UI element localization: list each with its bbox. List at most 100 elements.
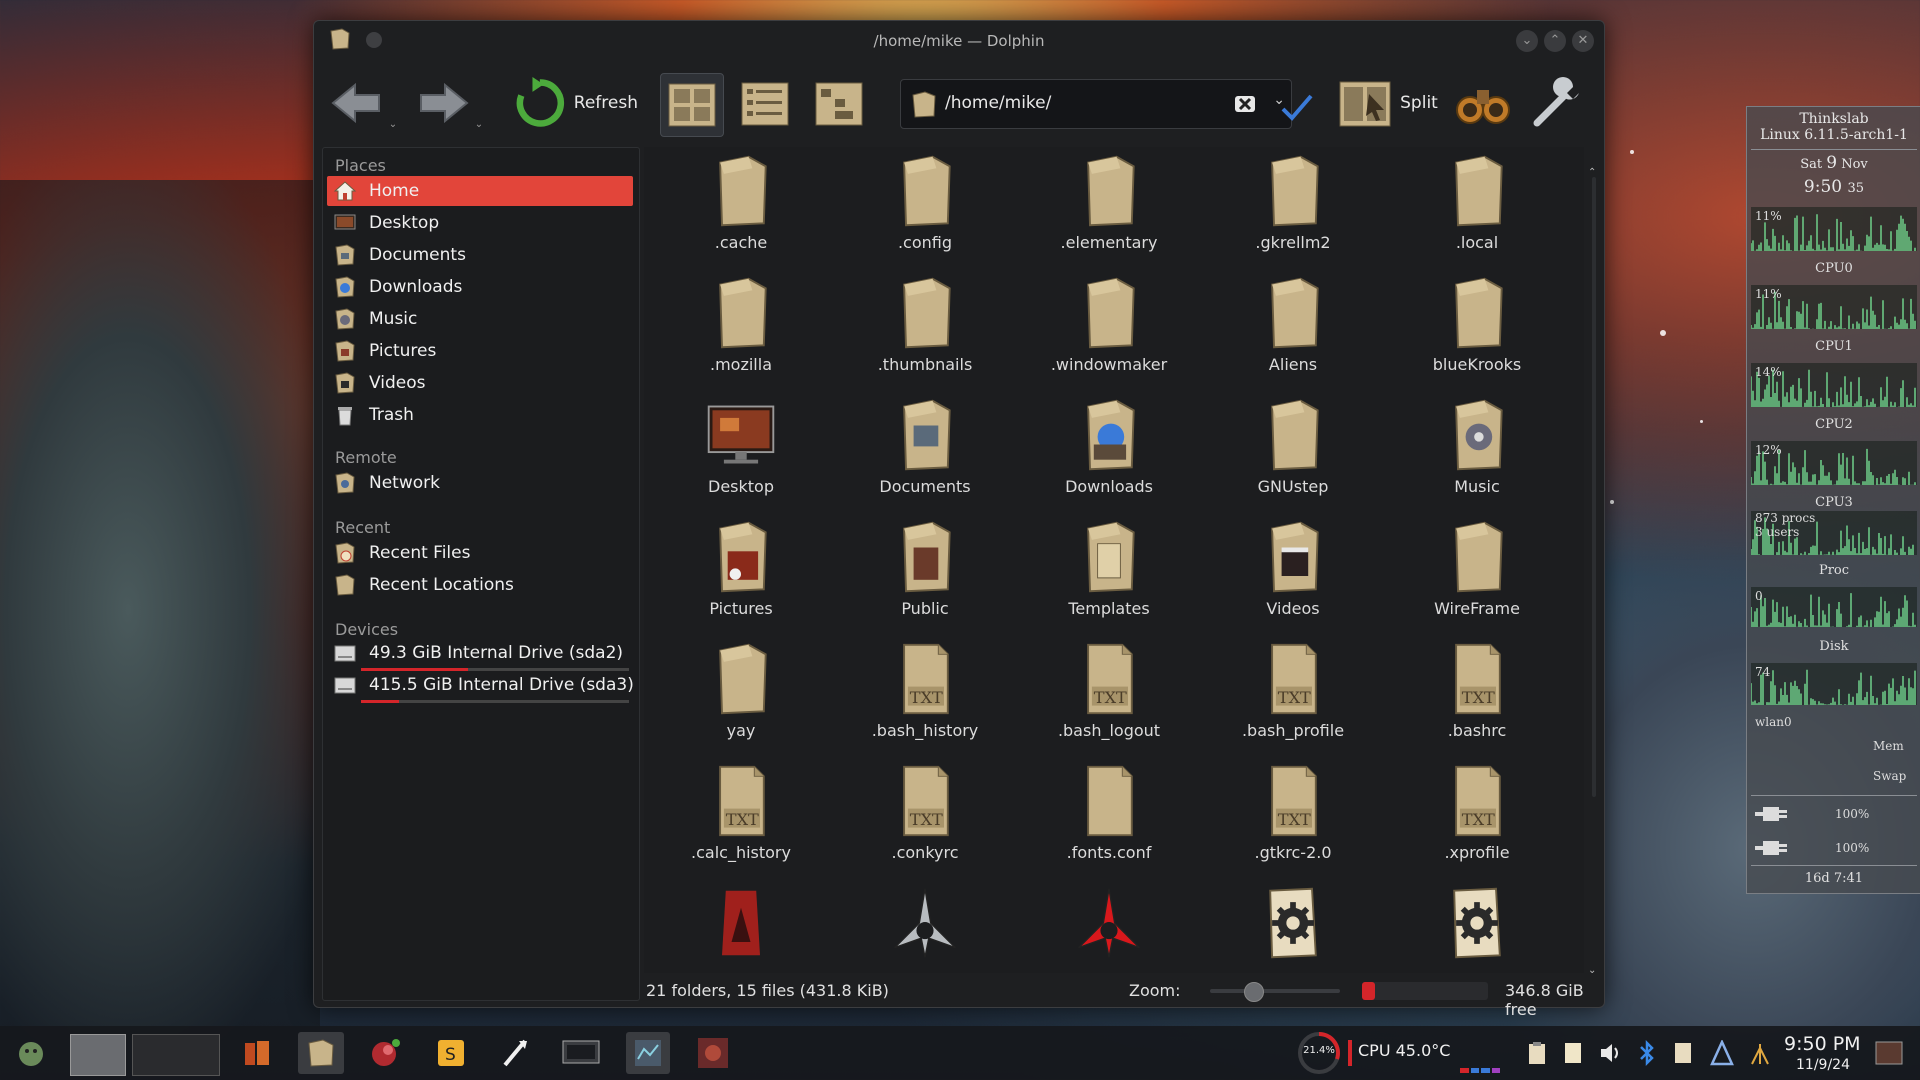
split-button[interactable]: Split	[1332, 73, 1442, 133]
notes-icon[interactable]	[1562, 1040, 1584, 1066]
zoom-slider[interactable]	[1210, 982, 1340, 1002]
network-status-icon[interactable]	[1748, 1040, 1772, 1066]
back-button[interactable]	[326, 73, 388, 133]
details-view-button[interactable]	[734, 73, 796, 135]
file-item[interactable]: .gkrellm2	[1208, 147, 1378, 265]
clock-time[interactable]: 9:50 PM	[1784, 1033, 1861, 1055]
task-terminal[interactable]	[556, 1032, 606, 1074]
update-notifier-icon[interactable]	[1710, 1040, 1734, 1066]
minimize-button[interactable]: ⌄	[1516, 30, 1538, 52]
cpu-temperature[interactable]: CPU 45.0°C	[1358, 1041, 1450, 1060]
file-item[interactable]: TXT .gtkrc-2.0	[1208, 757, 1378, 875]
file-view[interactable]: .cache .config .elementary .gkrellm2 .local.…	[644, 147, 1584, 973]
document-icon[interactable]	[1672, 1040, 1694, 1066]
file-item[interactable]: .mozilla	[656, 269, 826, 387]
file-item[interactable]	[1208, 879, 1378, 973]
file-item[interactable]: .elementary	[1024, 147, 1194, 265]
sidebar-item-drive-sda2[interactable]: 49.3 GiB Internal Drive (sda2)	[327, 638, 633, 668]
file-item[interactable]: Templates	[1024, 513, 1194, 631]
volume-icon[interactable]	[1598, 1040, 1624, 1066]
sidebar-item-documents[interactable]: Documents	[327, 240, 633, 270]
main-toolbar: ⌄ ⌄ Refresh /home/mike/ ⌄ Split	[314, 67, 1604, 139]
file-item[interactable]: TXT .conkyrc	[840, 757, 1010, 875]
show-desktop-icon[interactable]	[1874, 1038, 1904, 1068]
sidebar-item-drive-sda3[interactable]: 415.5 GiB Internal Drive (sda3)	[327, 670, 634, 700]
zoom-slider-handle[interactable]	[1243, 982, 1264, 1002]
file-item[interactable]: Public	[840, 513, 1010, 631]
settings-button[interactable]	[1524, 73, 1590, 133]
clipboard-icon[interactable]	[1526, 1040, 1548, 1066]
compact-view-button[interactable]	[808, 73, 870, 135]
file-item[interactable]: Downloads	[1024, 391, 1194, 509]
icons-view-button[interactable]	[660, 73, 724, 137]
file-item[interactable]: TXT .bash_logout	[1024, 635, 1194, 753]
titlebar[interactable]: /home/mike — Dolphin ⌄ ⌃ ✕	[314, 21, 1604, 61]
close-button[interactable]: ✕	[1572, 30, 1594, 52]
file-item[interactable]: Videos	[1208, 513, 1378, 631]
file-view-scrollbar[interactable]: ⌃ ⌄	[1588, 167, 1598, 976]
file-item[interactable]	[840, 879, 1010, 973]
file-item[interactable]: Desktop	[656, 391, 826, 509]
refresh-button[interactable]: Refresh	[512, 73, 638, 133]
bluetooth-icon[interactable]	[1636, 1038, 1658, 1068]
clear-location-icon[interactable]	[1233, 92, 1257, 116]
sidebar-item-recent-locations[interactable]: Recent Locations	[327, 570, 633, 600]
virtual-desktop-2[interactable]	[132, 1034, 220, 1076]
file-item[interactable]: TXT .calc_history	[656, 757, 826, 875]
folder-icon	[912, 91, 936, 118]
scrollbar-handle[interactable]	[1592, 177, 1596, 797]
file-item[interactable]: TXT .bash_profile	[1208, 635, 1378, 753]
file-item[interactable]: .config	[840, 147, 1010, 265]
file-item[interactable]: yay	[656, 635, 826, 753]
file-name: .calc_history	[691, 843, 791, 862]
file-item[interactable]: TXT .bashrc	[1392, 635, 1562, 753]
task-text-editor[interactable]	[494, 1032, 536, 1074]
forward-history-dropdown[interactable]: ⌄	[472, 117, 486, 131]
file-item[interactable]	[656, 879, 826, 973]
file-item[interactable]: .fonts.conf	[1024, 757, 1194, 875]
location-path[interactable]: /home/mike/	[945, 93, 1051, 113]
maximize-button[interactable]: ⌃	[1544, 30, 1566, 52]
file-item[interactable]: Pictures	[656, 513, 826, 631]
forward-button[interactable]	[412, 73, 474, 133]
file-item[interactable]: .thumbnails	[840, 269, 1010, 387]
task-browser[interactable]	[364, 1032, 406, 1074]
file-item[interactable]: TXT .bash_history	[840, 635, 1010, 753]
file-item[interactable]: Documents	[840, 391, 1010, 509]
file-name: .windowmaker	[1050, 355, 1168, 374]
task-game[interactable]	[690, 1032, 736, 1074]
task-system-monitor[interactable]	[626, 1032, 670, 1074]
sidebar-item-downloads[interactable]: Downloads	[327, 272, 633, 302]
sidebar-item-recent-files[interactable]: Recent Files	[327, 538, 633, 568]
sidebar-item-desktop[interactable]: Desktop	[327, 208, 633, 238]
svg-text:TXT: TXT	[910, 688, 943, 707]
file-item[interactable]: Aliens	[1208, 269, 1378, 387]
file-item[interactable]: TXT .xprofile	[1392, 757, 1562, 875]
sidebar-item-trash[interactable]: Trash	[327, 400, 633, 430]
application-launcher[interactable]	[10, 1032, 52, 1074]
sidebar-item-music[interactable]: Music	[327, 304, 633, 334]
file-item[interactable]	[1392, 879, 1562, 973]
confirm-location-icon[interactable]	[1280, 93, 1314, 123]
task-books-app[interactable]	[236, 1032, 278, 1074]
cpu-percent: 11%	[1755, 209, 1782, 223]
sidebar-item-network[interactable]: Network	[327, 468, 633, 498]
virtual-desktop-1[interactable]	[70, 1034, 126, 1076]
clock-date[interactable]: 11/9/24	[1796, 1057, 1850, 1073]
sidebar-item-pictures[interactable]: Pictures	[327, 336, 633, 366]
task-dolphin[interactable]	[298, 1032, 344, 1074]
file-item[interactable]	[1024, 879, 1194, 973]
file-item[interactable]: WireFrame	[1392, 513, 1562, 631]
back-history-dropdown[interactable]: ⌄	[386, 117, 400, 131]
file-item[interactable]: GNUstep	[1208, 391, 1378, 509]
task-sublime[interactable]: S	[430, 1032, 472, 1074]
file-item[interactable]: .windowmaker	[1024, 269, 1194, 387]
sidebar-item-home[interactable]: Home	[327, 176, 633, 206]
search-button[interactable]	[1450, 73, 1516, 133]
file-item[interactable]: .local	[1392, 147, 1562, 265]
location-bar[interactable]: /home/mike/ ⌄	[900, 79, 1292, 129]
sidebar-item-videos[interactable]: Videos	[327, 368, 633, 398]
file-item[interactable]: .cache	[656, 147, 826, 265]
file-item[interactable]: Music	[1392, 391, 1562, 509]
file-item[interactable]: blueKrooks	[1392, 269, 1562, 387]
